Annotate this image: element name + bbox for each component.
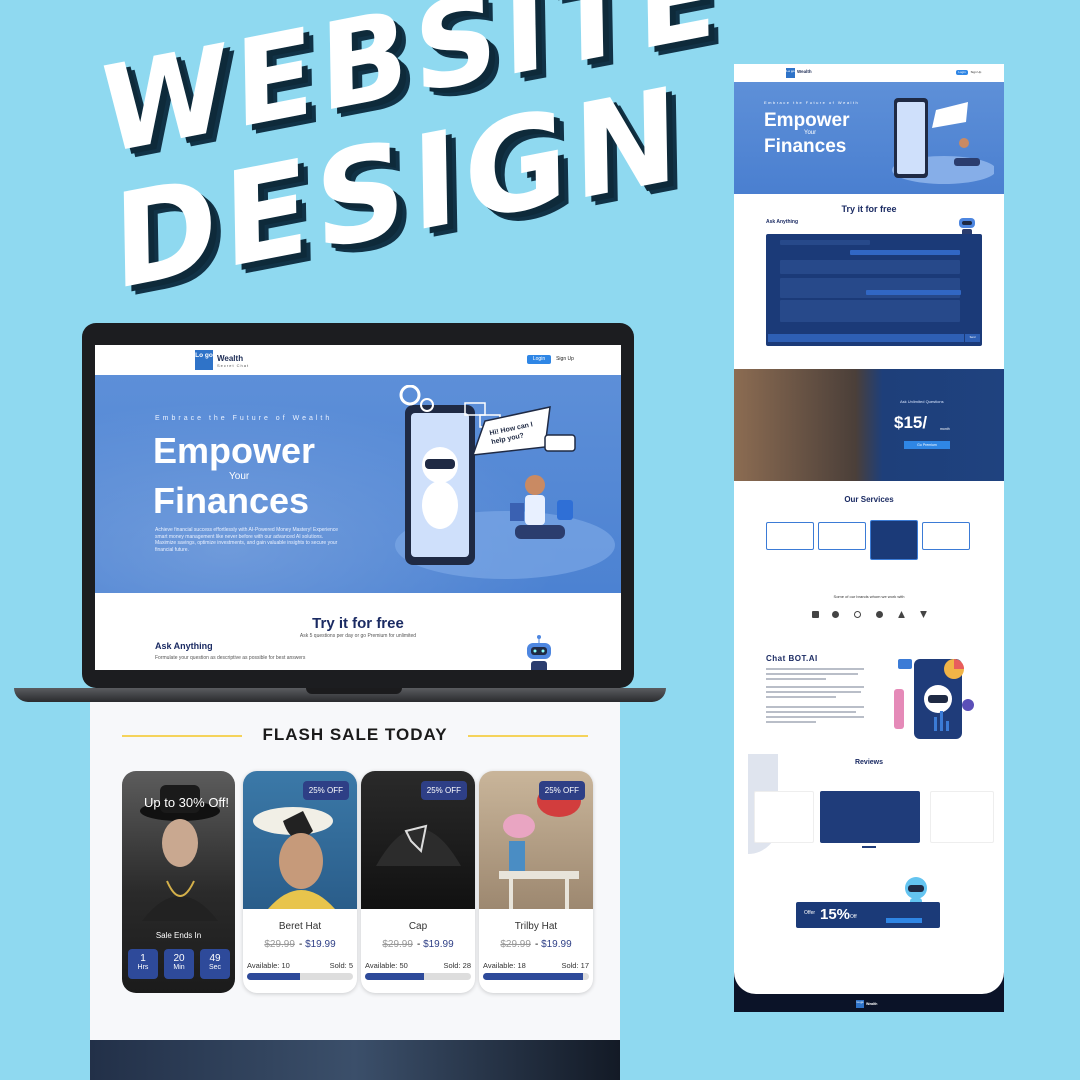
offer-button[interactable]: [886, 918, 922, 923]
price-amount: $15/: [894, 413, 928, 432]
countdown-minutes: 20 Min: [164, 949, 194, 979]
send-button[interactable]: Send: [964, 334, 980, 342]
laptop-screen: Lo go Wealth Secret Chat Login Sign Up E…: [95, 345, 621, 670]
try-title: Try it for free: [312, 615, 404, 632]
footer-curve: [734, 934, 1004, 994]
signup-button[interactable]: Sign Up: [970, 70, 982, 75]
site-logo[interactable]: Lo go: [786, 68, 795, 78]
brand-name: Wealth: [217, 354, 244, 363]
brand-name: Wealth: [797, 69, 812, 74]
service-card[interactable]: [766, 522, 814, 550]
robot-icon: [527, 635, 551, 670]
carousel-dots[interactable]: [862, 846, 876, 848]
hero-title-line1: Empower: [153, 430, 316, 471]
chat-message: [780, 300, 960, 322]
go-premium-button[interactable]: Go Premium: [904, 441, 950, 449]
chatbot-title: Chat BOT.AI: [766, 654, 818, 663]
ask-title: Ask Anything: [766, 219, 799, 225]
sold-progress-bar: [483, 973, 589, 980]
hero-tagline: Embrace the Future of Wealth: [155, 415, 333, 422]
price-period: month: [940, 427, 950, 431]
chat-message: [850, 250, 960, 255]
brand-logo-icon: [854, 611, 861, 618]
service-card[interactable]: [922, 522, 970, 550]
hero-paragraph: Achieve financial success effortlessly w…: [155, 527, 339, 553]
try-section: Try it for free Ask 5 questions per day …: [95, 593, 621, 670]
services-title: Our Services: [844, 495, 894, 504]
product-name: Cap: [408, 921, 428, 932]
brand-logo-icon: [832, 611, 839, 618]
signup-button[interactable]: Sign Up: [553, 355, 577, 364]
login-button[interactable]: Login: [956, 70, 968, 75]
brands-title: Some of our brands whom we work with: [833, 594, 905, 599]
review-card: [754, 791, 814, 843]
flash-sale-title: FLASH SALE TODAY: [262, 725, 448, 744]
sale-ends-label: Sale Ends In: [155, 931, 202, 940]
countdown-seconds: 49 Sec: [200, 949, 230, 979]
service-card[interactable]: [818, 522, 866, 550]
discount-badge: 25% OFF: [302, 781, 349, 800]
product-price: $29.99- $19.99: [500, 939, 572, 950]
ask-subtitle: Formulate your question as descriptive a…: [155, 655, 306, 661]
brand-logo-icon: [812, 611, 819, 618]
offer-banner[interactable]: Offer 15% Off: [796, 902, 940, 928]
site-logo[interactable]: Lo go: [195, 350, 213, 370]
banner-photo: [90, 1040, 620, 1080]
stock-info: Available: 50 Sold: 28: [365, 961, 471, 970]
ask-title: Ask Anything: [155, 641, 213, 651]
product-card-cap[interactable]: 25% OFF Cap $29.99- $19.99 Available: 50…: [361, 771, 475, 993]
flash-sale-page: FLASH SALE TODAY Up to 30% Off! Sale End…: [90, 695, 620, 1080]
product-name: Trilby Hat: [514, 921, 558, 932]
ask-unlimited-label: Ask Unlimited Questions: [900, 399, 944, 404]
discount-badge: 25% OFF: [538, 781, 585, 800]
chat-message: [780, 240, 870, 245]
login-button[interactable]: Login: [527, 355, 551, 364]
chat-message: [780, 278, 960, 298]
brand-logo-icon: [898, 611, 905, 618]
offer-suffix: Off: [850, 914, 857, 920]
offer-label: Offer: [804, 910, 816, 916]
hero-tagline: Embrace the Future of Wealth: [764, 100, 860, 105]
countdown-hours: 1 Hrs: [128, 949, 158, 979]
chat-message: [780, 260, 960, 274]
promo-card[interactable]: Up to 30% Off! Sale Ends In 1 Hrs 20 Min 4…: [122, 771, 235, 993]
hero-illustration: [892, 98, 994, 184]
product-price: $29.99- $19.99: [264, 939, 336, 950]
long-page-header: Lo go Wealth Login Sign Up: [734, 64, 1004, 82]
product-card-beret-hat[interactable]: 25% OFF Beret Hat $29.99- $19.99 Availab…: [243, 771, 357, 993]
long-page-hero: Embrace the Future of Wealth Empower You…: [734, 82, 1004, 194]
brand-sub: Secret Chat: [217, 363, 250, 368]
promo-title: Up to 30% Off!: [144, 795, 230, 810]
stock-info: Available: 18 Sold: 17: [483, 961, 589, 970]
brand-logo-icon: [920, 611, 927, 618]
robot-icon: [905, 877, 927, 906]
footer-logo: Lo go: [856, 1000, 864, 1008]
chatbot-illustration: [894, 659, 974, 739]
hero-illustration: [395, 385, 615, 579]
product-name: Beret Hat: [278, 921, 322, 932]
offer-value: 15%: [820, 906, 851, 923]
hero-title-line2: Finances: [764, 136, 847, 157]
hero-title-line2: Finances: [153, 480, 310, 521]
product-card-trilby-hat[interactable]: 25% OFF Trilby Hat $29.99- $19.99 Availa…: [479, 771, 593, 993]
discount-badge: 25% OFF: [420, 781, 467, 800]
review-card: [930, 791, 994, 843]
sold-progress-bar: [365, 973, 471, 980]
chat-message: [866, 290, 961, 295]
hero-title-line1: Empower: [764, 110, 850, 131]
site-header: Lo go Wealth Secret Chat Login Sign Up: [95, 345, 621, 375]
sold-progress-bar: [247, 973, 353, 980]
long-page-preview: Lo go Wealth Login Sign Up Embrace the F…: [734, 64, 1004, 1012]
footer-brand: Wealth: [866, 1002, 878, 1006]
stock-info: Available: 10 Sold: 5: [247, 961, 353, 970]
hero-section: Embrace the Future of Wealth Empower You…: [95, 375, 621, 593]
brand-logo-icon: [876, 611, 883, 618]
pricing-banner: Ask Unlimited Questions $15/ month Go Pr…: [734, 369, 1004, 481]
chat-input[interactable]: [768, 334, 964, 342]
product-price: $29.99- $19.99: [382, 939, 454, 950]
service-card[interactable]: [870, 520, 918, 560]
laptop-notch: [306, 688, 402, 694]
review-card: [820, 791, 920, 843]
chat-window: [766, 234, 982, 346]
